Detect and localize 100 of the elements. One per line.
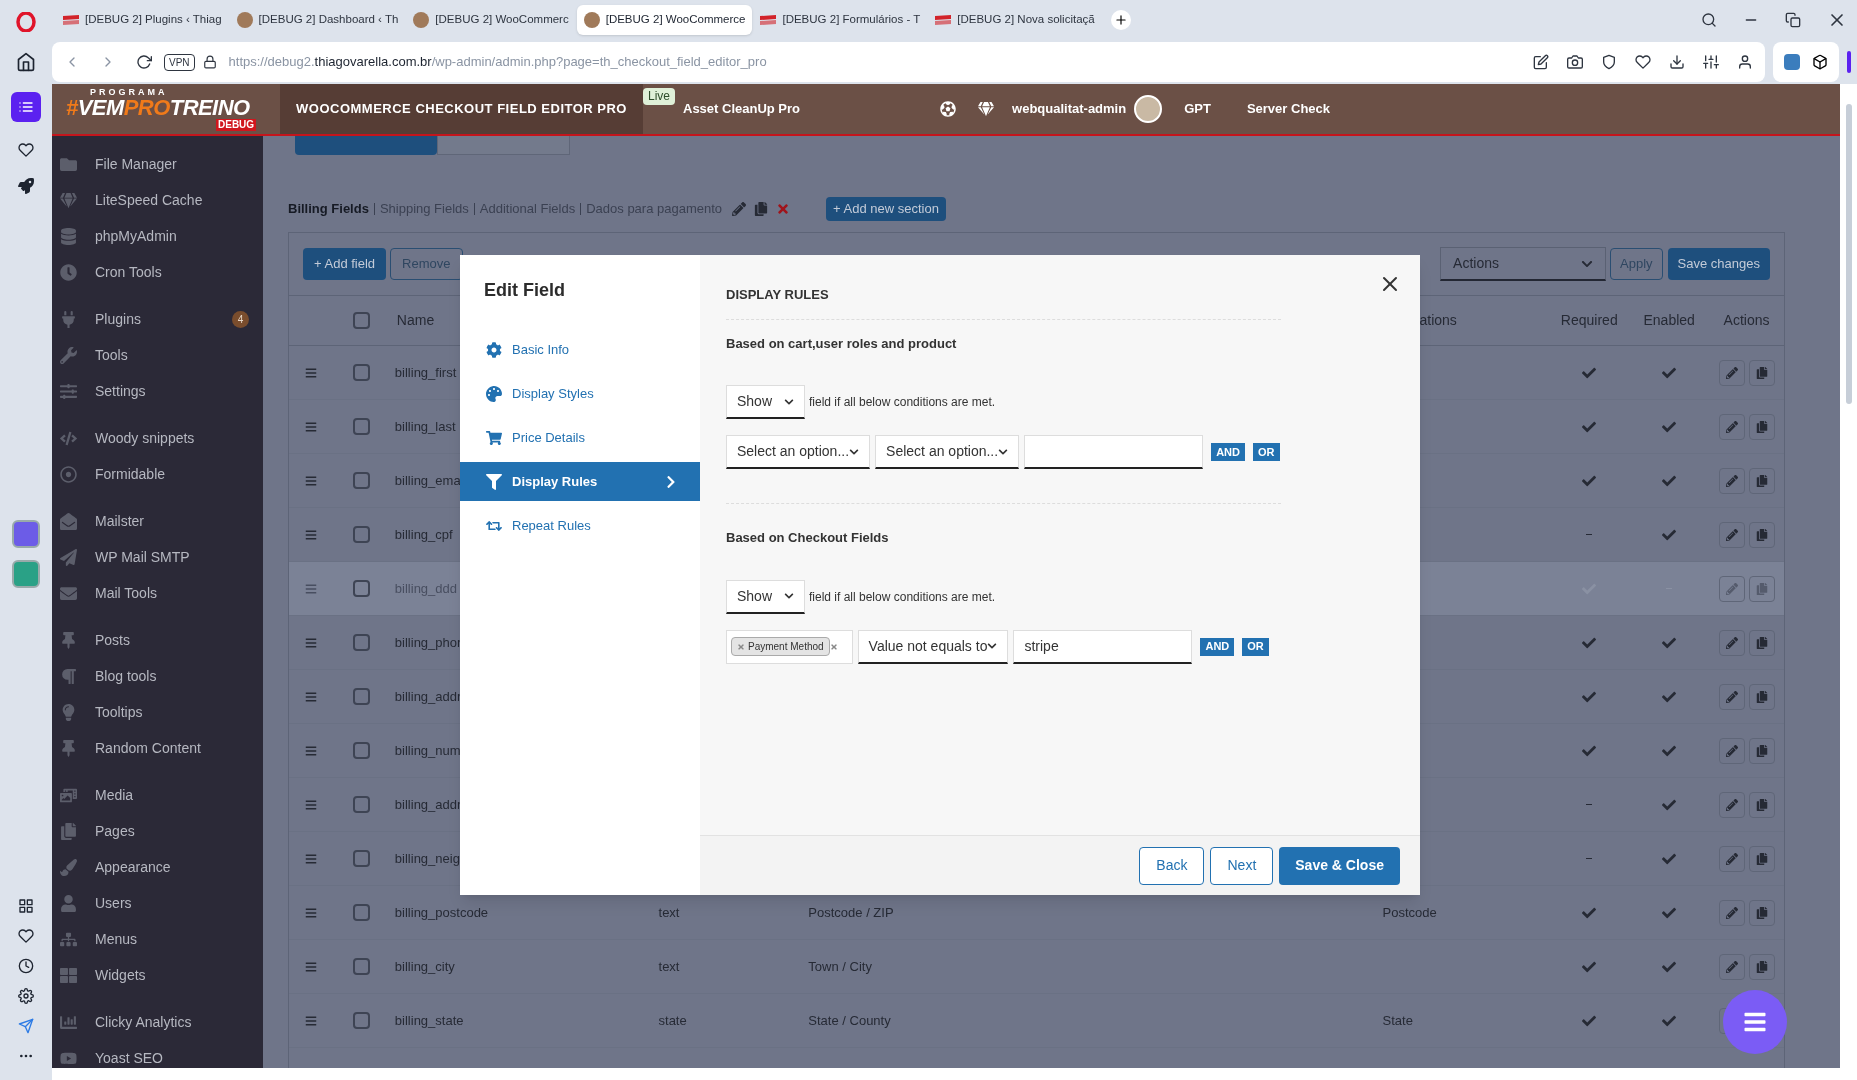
value-input[interactable]: stripe <box>1013 629 1193 664</box>
sidebar-item[interactable]: Menus <box>52 921 263 957</box>
heart-icon[interactable] <box>1635 54 1651 70</box>
browser-tab[interactable]: [DEBUG 2] Dashboard ‹ Th <box>229 5 406 35</box>
duplicate-button[interactable] <box>1748 791 1775 818</box>
save-changes-button[interactable]: Save changes <box>1667 248 1770 280</box>
duplicate-button[interactable] <box>1748 737 1775 764</box>
grid-icon[interactable] <box>18 898 34 914</box>
admin-bar-link[interactable]: Asset CleanUp Pro <box>683 99 801 119</box>
download-icon[interactable] <box>1669 54 1685 70</box>
checkbox[interactable] <box>352 472 370 489</box>
settings-icon[interactable] <box>18 988 34 1004</box>
profile-icon[interactable] <box>1737 54 1753 70</box>
admin-bar-link[interactable]: GPT <box>1184 99 1211 119</box>
drag-handle-icon[interactable] <box>305 744 318 757</box>
section-link[interactable]: Billing Fields <box>288 199 369 219</box>
sidebar-item[interactable]: Media <box>52 777 263 813</box>
browser-tab[interactable]: [DEBUG 2] Formulários - T <box>753 5 928 35</box>
dialog-nav-item[interactable]: Price Details <box>460 418 700 457</box>
edit-button[interactable] <box>1718 629 1745 656</box>
sidebar-item[interactable]: Blog tools <box>52 658 263 694</box>
operator-select[interactable]: Value not equals to <box>857 629 1009 664</box>
sidebar-item[interactable]: Random Content <box>52 730 263 766</box>
dialog-button[interactable]: Next <box>1210 846 1274 885</box>
edit-button[interactable] <box>1718 521 1745 548</box>
sidebar-item[interactable]: Clicky Analytics <box>52 1004 263 1040</box>
checkbox[interactable] <box>352 1012 370 1029</box>
heart-icon[interactable] <box>18 142 34 158</box>
dialog-button[interactable]: Save & Close <box>1279 846 1400 885</box>
sidebar-item[interactable]: Widgets <box>52 957 263 993</box>
edit-button[interactable] <box>1718 467 1745 494</box>
vertical-scrollbar[interactable] <box>1840 84 1857 1080</box>
user-avatar[interactable] <box>1134 95 1163 123</box>
checkbox[interactable] <box>352 312 370 329</box>
edit-icon[interactable] <box>1533 54 1549 70</box>
checkbox[interactable] <box>352 796 370 813</box>
dialog-nav-item[interactable]: Display Rules <box>460 462 700 501</box>
duplicate-button[interactable] <box>1748 629 1775 656</box>
and-button[interactable]: AND <box>1211 443 1245 461</box>
delete-icon[interactable] <box>776 202 791 216</box>
app-icon[interactable] <box>12 560 40 588</box>
checkbox[interactable] <box>352 742 370 759</box>
edit-button[interactable] <box>1718 683 1745 710</box>
sidebar-app-button[interactable] <box>11 92 41 122</box>
checkbox[interactable] <box>352 418 370 435</box>
or-button[interactable]: OR <box>1242 637 1269 656</box>
drag-handle-icon[interactable] <box>305 366 318 379</box>
browser-tab[interactable]: [DEBUG 2] WooCommerce <box>576 5 753 35</box>
sidebar-item[interactable]: Mailster <box>52 503 263 539</box>
sidebar-item[interactable]: Mail Tools <box>52 575 263 611</box>
checkbox[interactable] <box>352 958 370 975</box>
sidebar-item[interactable]: Formidable <box>52 456 263 492</box>
sidebar-item[interactable]: WP Mail SMTP <box>52 539 263 575</box>
edit-button[interactable] <box>1718 791 1745 818</box>
drag-handle-icon[interactable] <box>305 906 318 919</box>
send-icon[interactable] <box>18 1018 34 1034</box>
tag-chip[interactable]: Payment Method <box>731 637 830 656</box>
sidebar-item[interactable]: Yoast SEO <box>52 1040 263 1068</box>
clear-icon[interactable] <box>829 642 838 651</box>
edit-button[interactable] <box>1718 359 1745 386</box>
duplicate-button[interactable] <box>1748 953 1775 980</box>
field-select[interactable]: Select an option... <box>726 435 871 469</box>
drag-handle-icon[interactable] <box>305 420 318 433</box>
home-icon[interactable] <box>16 52 36 72</box>
edit-button[interactable] <box>1718 413 1745 440</box>
restore-icon[interactable] <box>1785 12 1801 28</box>
sidebar-item[interactable]: phpMyAdmin <box>52 218 263 254</box>
show-select[interactable]: Show <box>726 579 805 614</box>
heart-icon[interactable] <box>18 928 34 944</box>
admin-bar-link[interactable]: Server Check <box>1246 99 1331 119</box>
drag-handle-icon[interactable] <box>305 528 318 541</box>
shield-icon[interactable] <box>1601 54 1617 70</box>
show-select[interactable]: Show <box>726 385 805 419</box>
browser-tab[interactable]: [DEBUG 2] Plugins ‹ Thiag <box>56 5 229 35</box>
edit-button[interactable] <box>1718 845 1745 872</box>
checkbox[interactable] <box>352 634 370 651</box>
drag-handle-icon[interactable] <box>305 474 318 487</box>
browser-tab[interactable]: [DEBUG 2] WooCommerc <box>406 5 576 35</box>
sidebar-item[interactable]: Cron Tools <box>52 254 263 290</box>
drag-handle-icon[interactable] <box>305 636 318 649</box>
add-section-button[interactable]: + Add new section <box>826 197 946 221</box>
duplicate-button[interactable] <box>1748 521 1775 548</box>
reload-icon[interactable] <box>136 54 152 70</box>
sidebar-item[interactable]: Tooltips <box>52 694 263 730</box>
horizontal-scrollbar[interactable] <box>52 1068 1840 1080</box>
sidebar-item[interactable]: Woody snippets <box>52 420 263 456</box>
duplicate-button[interactable] <box>1748 467 1775 494</box>
admin-bar-user[interactable]: webqualitat-admin <box>1012 99 1127 119</box>
duplicate-button[interactable] <box>1748 359 1775 386</box>
checkbox[interactable] <box>352 526 370 543</box>
dialog-nav-item[interactable]: Basic Info <box>460 330 700 369</box>
remove-icon[interactable] <box>737 642 745 651</box>
checkbox[interactable] <box>352 688 370 705</box>
scrollbar-thumb[interactable] <box>1845 104 1852 404</box>
field-multiselect[interactable]: Payment Method <box>726 629 853 664</box>
drag-handle-icon[interactable] <box>305 852 318 865</box>
checkbox[interactable] <box>352 850 370 867</box>
sidebar-item[interactable]: Pages <box>52 813 263 849</box>
diamond-icon[interactable] <box>978 101 995 117</box>
and-button[interactable]: AND <box>1200 637 1235 656</box>
